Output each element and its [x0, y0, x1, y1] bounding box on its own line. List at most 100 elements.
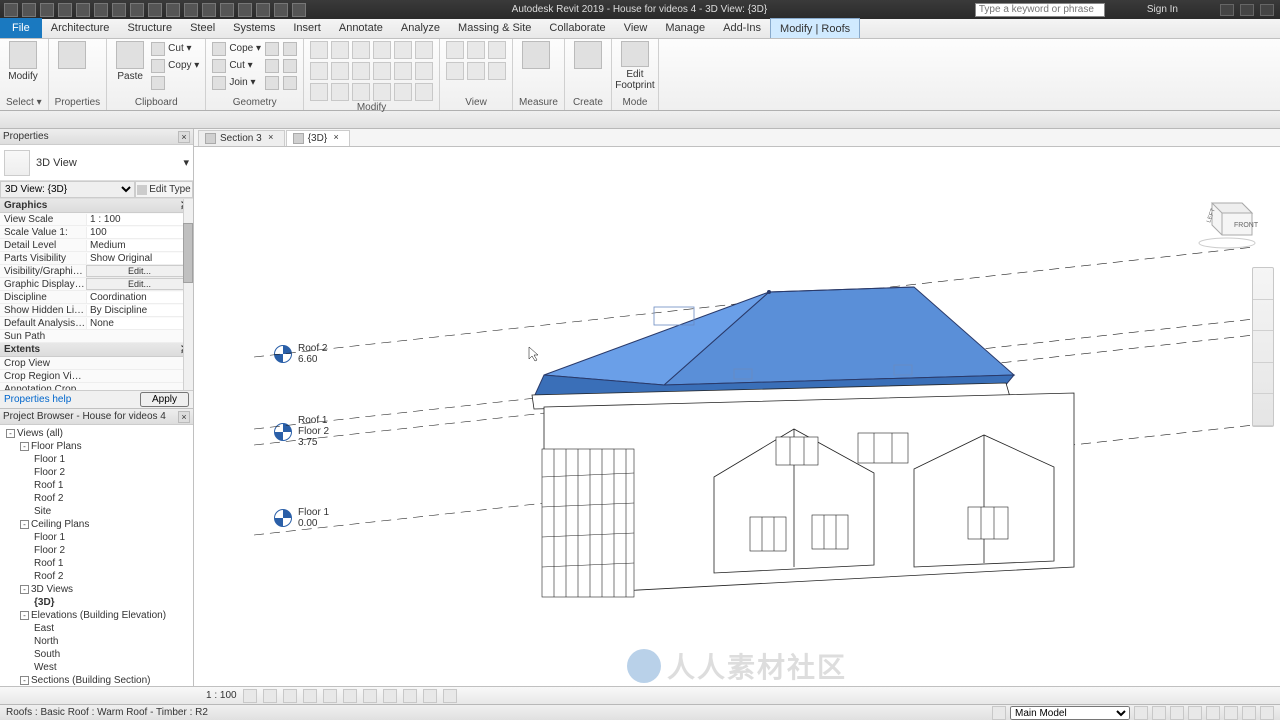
tab-annotate[interactable]: Annotate — [330, 18, 392, 38]
model-view[interactable] — [194, 147, 1280, 687]
qat-icon[interactable] — [166, 3, 180, 17]
tool-icon[interactable] — [352, 83, 370, 101]
help-icon[interactable] — [1202, 4, 1214, 16]
tab-view[interactable]: View — [615, 18, 657, 38]
zoom-icon[interactable] — [1253, 331, 1273, 363]
workset-selector[interactable]: Main Model — [1010, 706, 1130, 720]
detail-level-icon[interactable] — [243, 689, 257, 703]
analytical-icon[interactable] — [443, 689, 457, 703]
tool-button[interactable] — [283, 41, 297, 56]
star-icon[interactable] — [1129, 4, 1141, 16]
tree-item[interactable]: Floor 1 — [2, 531, 191, 544]
reveal-icon[interactable] — [423, 689, 437, 703]
close-tab-icon[interactable]: × — [266, 133, 276, 143]
instance-selector[interactable]: 3D View: {3D} — [0, 181, 135, 198]
tool-button[interactable] — [265, 58, 279, 73]
tool-icon[interactable] — [310, 83, 328, 101]
sign-in-button[interactable]: Sign In — [1147, 4, 1178, 15]
tree-item[interactable]: Roof 2 — [2, 570, 191, 583]
tree-item[interactable]: Roof 1 — [2, 479, 191, 492]
tree-item[interactable]: -Floor Plans — [2, 440, 191, 453]
tree-item[interactable]: Floor 2 — [2, 544, 191, 557]
close-tab-icon[interactable]: × — [331, 133, 341, 143]
tool-icon[interactable] — [446, 41, 464, 59]
thin-lines-icon[interactable] — [256, 3, 270, 17]
prop-row[interactable]: Visibility/Graphics Ov...Edit... — [0, 265, 193, 278]
tree-item[interactable]: East — [2, 622, 191, 635]
cut2-button[interactable]: Cut ▾ — [212, 58, 261, 73]
infocenter-icon[interactable] — [1111, 4, 1123, 16]
edit-footprint-button[interactable]: Edit Footprint — [618, 41, 652, 91]
close-icon[interactable]: × — [178, 411, 190, 423]
tool-button[interactable] — [265, 41, 279, 56]
visual-style-icon[interactable] — [263, 689, 277, 703]
steering-wheel-icon[interactable] — [1253, 268, 1273, 300]
close-hidden-icon[interactable] — [274, 3, 288, 17]
tree-item[interactable]: -Elevations (Building Elevation) — [2, 609, 191, 622]
qat-icon[interactable] — [148, 3, 162, 17]
tab-massing-site[interactable]: Massing & Site — [449, 18, 540, 38]
switch-windows-icon[interactable] — [292, 3, 306, 17]
prop-category[interactable]: Extents⋩ — [0, 343, 193, 357]
tool-icon[interactable] — [467, 41, 485, 59]
tree-item[interactable]: {3D} — [2, 596, 191, 609]
view-tab[interactable]: Section 3× — [198, 130, 285, 146]
select-pinned-icon[interactable] — [1206, 706, 1220, 720]
tool-icon[interactable] — [394, 41, 412, 59]
editable-only-icon[interactable] — [1152, 706, 1166, 720]
tool-button[interactable] — [265, 75, 279, 90]
qat-icon[interactable] — [220, 3, 234, 17]
tab-collaborate[interactable]: Collaborate — [540, 18, 614, 38]
tab-modify-roofs[interactable]: Modify | Roofs — [770, 18, 860, 38]
tree-item[interactable]: West — [2, 661, 191, 674]
create-button[interactable] — [571, 41, 605, 91]
tool-button[interactable] — [283, 58, 297, 73]
close-icon[interactable]: × — [178, 131, 190, 143]
measure-button[interactable] — [519, 41, 553, 91]
lock-icon[interactable] — [383, 689, 397, 703]
qat-icon[interactable] — [184, 3, 198, 17]
tab-add-ins[interactable]: Add-Ins — [714, 18, 770, 38]
tab-steel[interactable]: Steel — [181, 18, 224, 38]
modify-button[interactable]: Modify — [6, 41, 40, 91]
crop-icon[interactable] — [343, 689, 357, 703]
drawing-canvas[interactable]: Roof 26.60Roof 1Floor 23.75Floor 10.00 — [194, 147, 1280, 686]
cut-button[interactable]: Cut ▾ — [151, 41, 199, 56]
tree-item[interactable]: North — [2, 635, 191, 648]
workset-icon[interactable] — [992, 706, 1006, 720]
exchange-icon[interactable] — [1184, 4, 1196, 16]
app-icon[interactable] — [4, 3, 18, 17]
close-button[interactable] — [1260, 4, 1274, 16]
select-face-icon[interactable] — [1224, 706, 1238, 720]
scale-button[interactable]: 1 : 100 — [206, 690, 237, 701]
filter-icon[interactable] — [1260, 706, 1274, 720]
tree-item[interactable]: Floor 2 — [2, 466, 191, 479]
paste-button[interactable]: Paste — [113, 41, 147, 91]
tree-item[interactable]: Roof 1 — [2, 557, 191, 570]
open-icon[interactable] — [22, 3, 36, 17]
prop-row[interactable]: Detail LevelMedium — [0, 239, 193, 252]
join-button[interactable]: Join ▾ — [212, 75, 261, 90]
select-links-icon[interactable] — [1170, 706, 1184, 720]
tree-item[interactable]: Site — [2, 505, 191, 518]
shadow-icon[interactable] — [303, 689, 317, 703]
design-options-icon[interactable] — [1134, 706, 1148, 720]
minimize-button[interactable] — [1220, 4, 1234, 16]
measure-icon[interactable] — [112, 3, 126, 17]
crop-region-icon[interactable] — [363, 689, 377, 703]
drag-icon[interactable] — [1242, 706, 1256, 720]
tab-insert[interactable]: Insert — [284, 18, 330, 38]
tool-icon[interactable] — [373, 62, 391, 80]
lookat-icon[interactable] — [1253, 394, 1273, 426]
tree-item[interactable]: Floor 1 — [2, 453, 191, 466]
tree-item[interactable]: Roof 2 — [2, 492, 191, 505]
temp-hide-icon[interactable] — [403, 689, 417, 703]
sun-path-icon[interactable] — [283, 689, 297, 703]
tool-icon[interactable] — [415, 41, 433, 59]
scrollbar-thumb[interactable] — [183, 223, 193, 283]
prop-row[interactable]: Default Analysis Displ...None — [0, 317, 193, 330]
prop-row[interactable]: Crop Region Visible — [0, 370, 193, 383]
tool-icon[interactable] — [467, 62, 485, 80]
tab-architecture[interactable]: Architecture — [42, 18, 119, 38]
render-icon[interactable] — [323, 689, 337, 703]
